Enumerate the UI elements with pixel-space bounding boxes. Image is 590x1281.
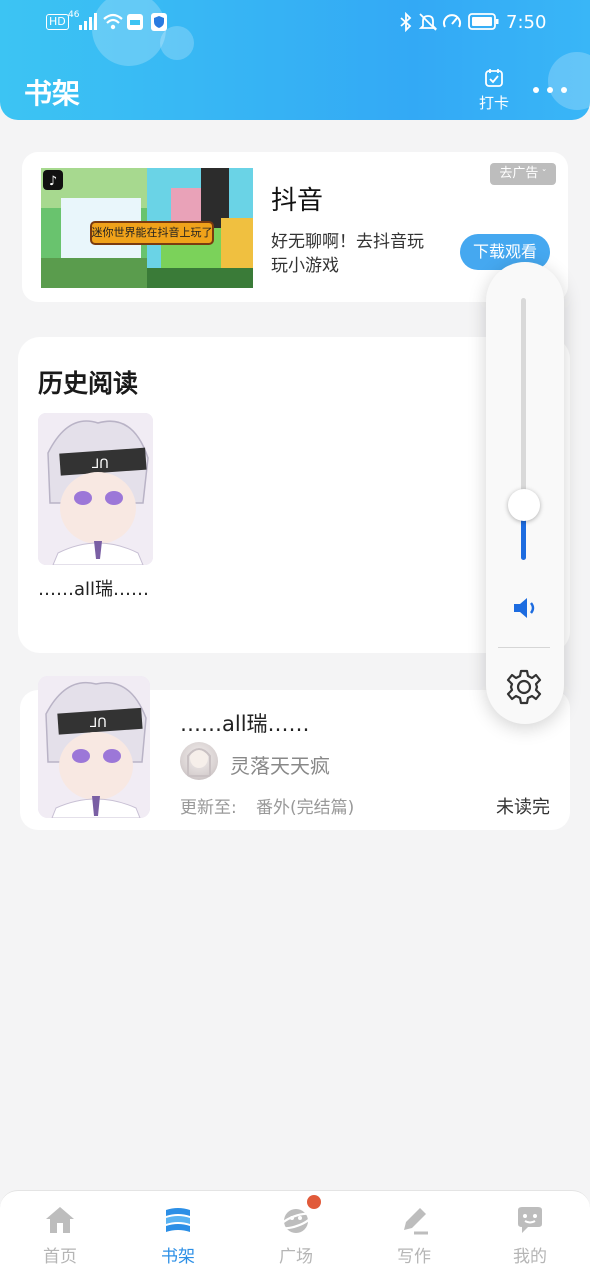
home-icon: [46, 1207, 74, 1233]
history-book-name[interactable]: ……all瑞……: [38, 576, 158, 604]
nav-label-home: 首页: [43, 1247, 77, 1267]
page-title: 书架: [24, 77, 81, 110]
bookshelf-icon: [166, 1208, 190, 1232]
nav-label-plaza: 广场: [279, 1247, 313, 1267]
ad-description: 好无聊啊！去抖音玩玩小游戏: [271, 232, 424, 276]
gear-icon[interactable]: [505, 668, 543, 706]
speed-gauge-icon: [443, 14, 461, 28]
remove-ad-label: 去广告: [499, 166, 539, 181]
bell-muted-icon: [418, 13, 438, 31]
notification-dot: [307, 1195, 321, 1209]
anime-character-illustration: ᒧᑎ: [38, 413, 153, 565]
ad-app-name: 抖音: [271, 186, 324, 216]
nav-item-write[interactable]: 写作: [374, 1200, 454, 1270]
update-chapter: 番外(完结篇): [256, 798, 355, 818]
read-status: 未读完: [496, 797, 550, 818]
author-name: 灵落天天疯: [230, 754, 330, 778]
book-title: ……all瑞……: [180, 712, 310, 736]
volume-slider-thumb[interactable]: [508, 488, 540, 521]
nav-label-profile: 我的: [513, 1247, 547, 1267]
status-bar: HD 46 7:50: [0, 0, 590, 44]
battery-icon: [468, 13, 499, 30]
clock: 7:50: [506, 12, 547, 33]
chevron-down-icon: ˇ: [538, 169, 547, 180]
notification-app-icon: [127, 14, 143, 30]
write-icon: [404, 1208, 428, 1235]
anime-character-illustration: ᒧᑎ: [38, 676, 150, 818]
nav-label-bookshelf: 书架: [161, 1247, 195, 1267]
ad-banner-image[interactable]: ♪ 迷你世界能在抖音上玩了: [41, 168, 253, 288]
wifi-icon: [103, 13, 123, 30]
nav-label-write: 写作: [397, 1247, 431, 1267]
ad-banner-caption: 迷你世界能在抖音上玩了: [91, 226, 213, 239]
bluetooth-icon: [400, 12, 412, 32]
more-options-icon[interactable]: [532, 80, 568, 100]
calendar-check-icon: [485, 69, 503, 87]
update-label: 更新至:: [180, 798, 237, 818]
hd-indicator: HD: [46, 14, 69, 30]
volume-divider: [498, 647, 550, 648]
svg-text:ᒧᑎ: ᒧᑎ: [91, 457, 108, 472]
nav-item-bookshelf[interactable]: 书架: [138, 1200, 218, 1270]
checkin-button[interactable]: 打卡: [474, 68, 514, 112]
nav-item-home[interactable]: 首页: [20, 1200, 100, 1270]
author-portrait-illustration: [187, 748, 211, 777]
nav-item-profile[interactable]: 我的: [490, 1200, 570, 1270]
speaker-icon[interactable]: [511, 594, 539, 622]
history-title: 历史阅读: [38, 369, 139, 398]
signal-icon: [79, 13, 97, 30]
checkin-label: 打卡: [478, 94, 509, 112]
book-cover[interactable]: ᒧᑎ: [38, 676, 150, 818]
svg-text:♪: ♪: [49, 174, 57, 189]
remove-ad-badge[interactable]: 去广告 ˇ: [490, 163, 556, 185]
profile-icon: [518, 1207, 542, 1233]
history-book-cover[interactable]: ᒧᑎ: [38, 413, 153, 565]
svg-text:ᒧᑎ: ᒧᑎ: [89, 716, 106, 731]
shield-icon: [151, 13, 167, 31]
author-avatar: [180, 742, 218, 780]
nav-item-plaza[interactable]: 广场: [256, 1200, 336, 1270]
plaza-icon: [280, 1209, 312, 1233]
